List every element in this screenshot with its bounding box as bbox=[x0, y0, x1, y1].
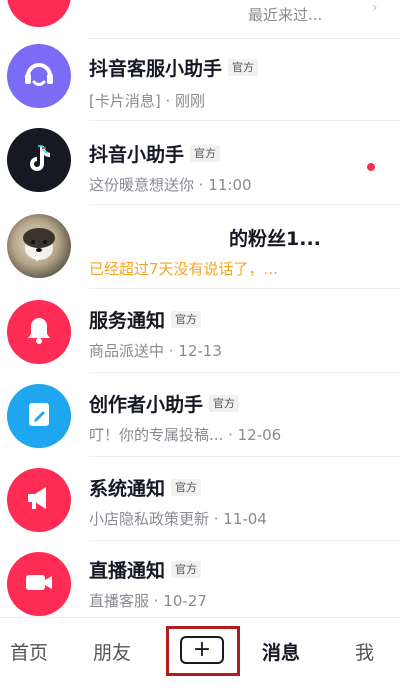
dog-photo-avatar bbox=[7, 214, 71, 278]
create-plus-button[interactable]: + bbox=[180, 636, 224, 664]
message-title: 抖音小助手 官方 bbox=[89, 140, 221, 167]
official-badge: 官方 bbox=[228, 59, 259, 76]
tiktok-logo-icon bbox=[21, 140, 57, 180]
tab-me[interactable]: 我 bbox=[355, 638, 374, 665]
unread-dot bbox=[367, 163, 375, 171]
message-item[interactable]: 创作者小助手 官方 叮！你的专属投稿... · 12-06 bbox=[0, 374, 400, 464]
message-title-text: 直播通知 bbox=[89, 560, 166, 582]
avatar bbox=[7, 384, 71, 448]
message-title-text: 抖音小助手 bbox=[89, 144, 185, 166]
edit-icon bbox=[23, 398, 55, 434]
bell-icon bbox=[22, 313, 56, 351]
divider bbox=[89, 38, 400, 39]
message-title-text: 系统通知 bbox=[89, 478, 166, 500]
message-subtitle: 直播客服 · 10-27 bbox=[89, 592, 207, 610]
bottom-tab-bar: 首页 朋友 + 消息 我 bbox=[0, 617, 400, 688]
divider bbox=[89, 540, 400, 541]
message-subtitle: 商品派送中 · 12-13 bbox=[89, 342, 222, 360]
headset-icon bbox=[19, 54, 59, 98]
avatar bbox=[7, 214, 71, 278]
plus-icon: + bbox=[192, 637, 212, 662]
official-badge: 官方 bbox=[171, 479, 202, 496]
message-subtitle: 最近来过... bbox=[248, 6, 323, 24]
avatar bbox=[7, 468, 71, 532]
message-subtitle: 小店隐私政策更新 · 11-04 bbox=[89, 510, 267, 528]
message-item[interactable]: 抖音小助手 官方 这份暖意想送你 · 11:00 bbox=[0, 122, 400, 212]
divider bbox=[89, 456, 400, 457]
message-title: 创作者小助手 官方 bbox=[89, 390, 240, 417]
message-title-text: 创作者小助手 bbox=[89, 394, 204, 416]
message-item[interactable]: 服务通知 官方 商品派送中 · 12-13 bbox=[0, 290, 400, 380]
tab-messages[interactable]: 消息 bbox=[262, 638, 300, 665]
divider bbox=[89, 120, 400, 121]
official-badge: 官方 bbox=[171, 311, 202, 328]
avatar bbox=[7, 44, 71, 108]
tab-home[interactable]: 首页 bbox=[10, 638, 48, 665]
heart-icon bbox=[24, 0, 54, 12]
message-item[interactable]: 抖音客服小助手 官方 [卡片消息] · 刚刚 bbox=[0, 40, 400, 130]
official-badge: 官方 bbox=[190, 145, 221, 162]
video-camera-icon bbox=[21, 564, 57, 604]
divider bbox=[89, 372, 400, 373]
message-subtitle: 已经超过7天没有说话了，... bbox=[89, 260, 278, 278]
chevron-right-icon: › bbox=[372, 0, 378, 16]
message-title-text: 服务通知 bbox=[89, 310, 166, 332]
message-title: 抖音客服小助手 官方 bbox=[89, 54, 259, 81]
message-item[interactable]: 的粉丝1... 已经超过7天没有说话了，... bbox=[0, 206, 400, 296]
megaphone-icon bbox=[22, 481, 56, 519]
message-title: 的粉丝1... bbox=[229, 224, 321, 251]
official-badge: 官方 bbox=[209, 395, 240, 412]
message-subtitle: 这份暖意想送你 · 11:00 bbox=[89, 176, 252, 194]
message-title: 服务通知 官方 bbox=[89, 306, 202, 333]
tab-friends[interactable]: 朋友 bbox=[93, 638, 131, 665]
avatar bbox=[7, 300, 71, 364]
avatar bbox=[7, 128, 71, 192]
message-item[interactable]: 系统通知 官方 小店隐私政策更新 · 11-04 bbox=[0, 458, 400, 548]
message-title: 系统通知 官方 bbox=[89, 474, 202, 501]
message-title: 直播通知 官方 bbox=[89, 556, 202, 583]
divider bbox=[89, 288, 400, 289]
avatar bbox=[7, 0, 71, 27]
message-item[interactable]: 最近来过... › bbox=[0, 0, 400, 40]
message-subtitle: [卡片消息] · 刚刚 bbox=[89, 92, 206, 110]
message-subtitle: 叮！你的专属投稿... · 12-06 bbox=[89, 426, 282, 444]
avatar bbox=[7, 552, 71, 616]
divider bbox=[89, 204, 400, 205]
message-title-text: 抖音客服小助手 bbox=[89, 58, 223, 80]
official-badge: 官方 bbox=[171, 561, 202, 578]
message-title-text: 的粉丝1... bbox=[229, 228, 321, 250]
